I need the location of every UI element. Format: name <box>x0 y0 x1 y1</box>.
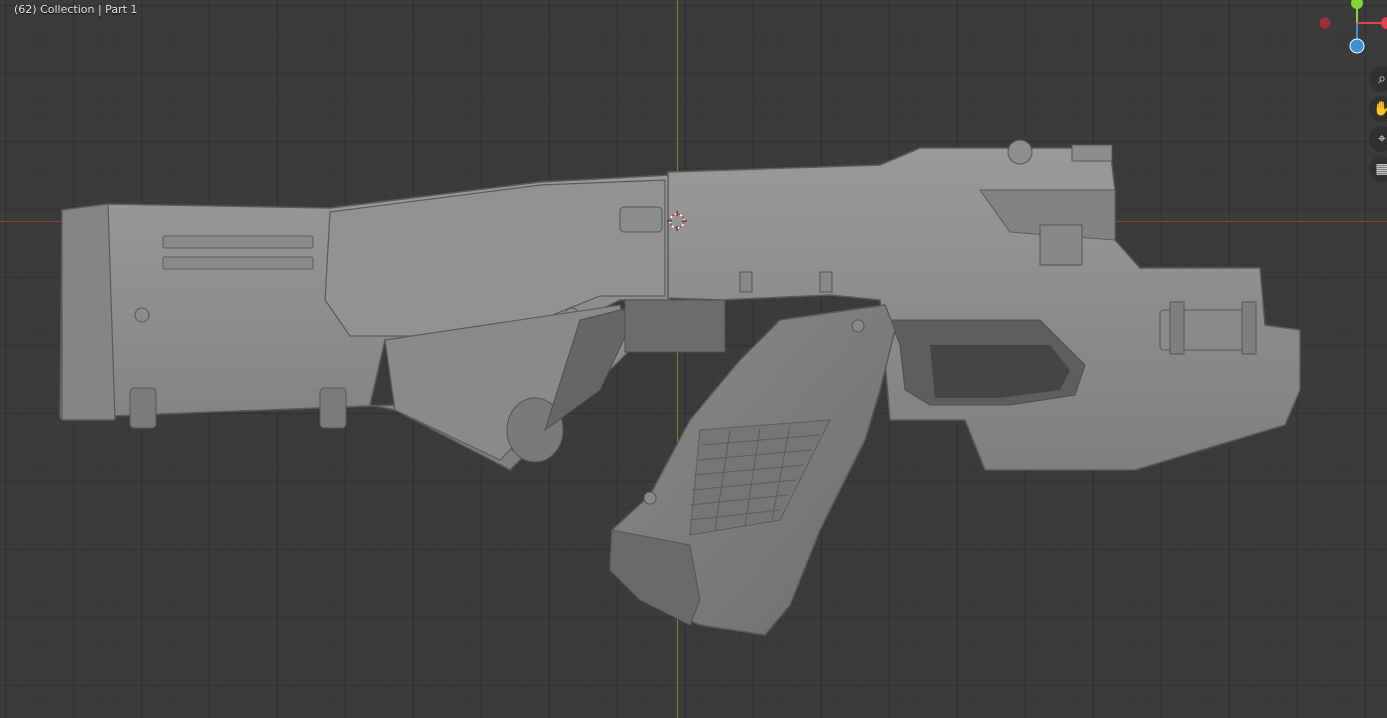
3d-cursor-icon[interactable] <box>667 211 687 231</box>
grid-icon[interactable]: ▦ <box>1369 156 1387 182</box>
viewport-nav-tools: ⌕ ✋ ⌖ ▦ <box>1369 66 1387 186</box>
3d-viewport[interactable]: (62) Collection | Part 1 ⌕ ✋ ⌖ ▦ <box>0 0 1387 718</box>
zoom-icon[interactable]: ⌕ <box>1369 66 1387 92</box>
navigation-gizmo[interactable] <box>1307 0 1387 60</box>
camera-icon[interactable]: ⌖ <box>1369 126 1387 152</box>
gizmo-y-axis[interactable] <box>1351 0 1363 9</box>
gizmo-z-axis[interactable] <box>1349 38 1365 54</box>
gizmo-x-axis[interactable] <box>1381 17 1387 29</box>
viewport-info-text: (62) Collection | Part 1 <box>14 3 138 16</box>
gizmo-neg-x-axis[interactable] <box>1319 17 1331 29</box>
gun-model[interactable] <box>0 0 1387 718</box>
hand-icon[interactable]: ✋ <box>1369 96 1387 122</box>
